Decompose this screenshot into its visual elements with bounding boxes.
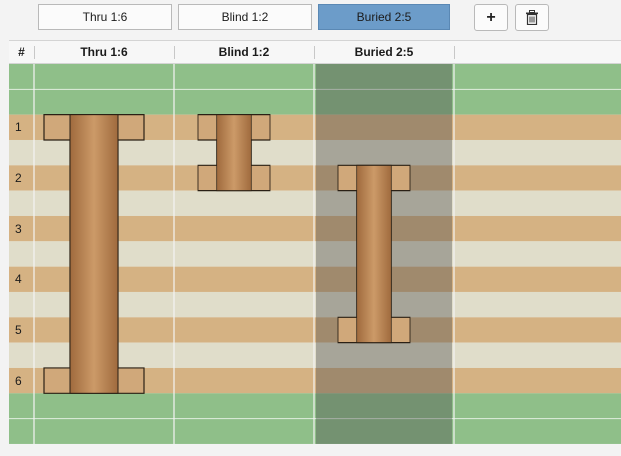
layer-row-dielectric <box>9 393 621 419</box>
layer-number: 4 <box>15 272 22 287</box>
layer-number: 2 <box>15 170 22 185</box>
layer-number: 3 <box>15 221 22 236</box>
layer-stack: 1 2 3 4 5 6 <box>9 64 621 444</box>
grid-header: # Thru 1:6 Blind 1:2 Buried 2:5 <box>9 40 621 64</box>
trash-icon <box>526 10 538 25</box>
tab-buried-2-5[interactable]: Buried 2:5 <box>318 4 450 30</box>
tab-blind-1-2[interactable]: Blind 1:2 <box>178 4 312 30</box>
header-thru-1-6[interactable]: Thru 1:6 <box>34 41 174 63</box>
layer-row-dielectric <box>9 418 621 444</box>
layer-row-dielectric <box>9 64 621 90</box>
layer-row-dielectric <box>9 89 621 115</box>
layer-number: 5 <box>15 322 22 337</box>
header-blind-1-2[interactable]: Blind 1:2 <box>174 41 314 63</box>
via-barrel <box>356 164 392 344</box>
delete-via-button[interactable] <box>515 4 549 31</box>
layer-number: 6 <box>15 373 22 388</box>
via-barrel <box>69 114 119 394</box>
layer-stack-drawing <box>9 64 621 444</box>
tab-thru-1-6[interactable]: Thru 1:6 <box>38 4 172 30</box>
via-barrel <box>216 114 252 192</box>
header-separator <box>454 46 455 59</box>
header-number: # <box>18 45 25 59</box>
header-buried-2-5[interactable]: Buried 2:5 <box>314 41 454 63</box>
via-grid: # Thru 1:6 Blind 1:2 Buried 2:5 1 2 3 4 5 6 <box>9 40 621 456</box>
add-via-button[interactable]: + <box>474 4 508 31</box>
layer-number: 1 <box>15 120 22 135</box>
plus-icon: + <box>486 8 496 26</box>
toolbar: Thru 1:6 Blind 1:2 Buried 2:5 + <box>0 0 621 40</box>
